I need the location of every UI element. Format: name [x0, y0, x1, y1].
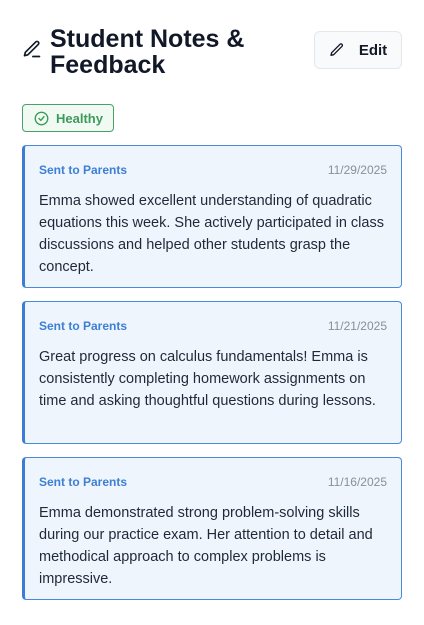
note-text: Emma demonstrated strong problem-solving… [39, 505, 373, 587]
pencil-icon [22, 39, 42, 59]
note-tag: Sent to Parents [39, 163, 128, 177]
note-card: Sent to Parents 11/16/2025 Emma demonstr… [22, 457, 402, 600]
note-date: 11/29/2025 [327, 163, 387, 177]
note-date: 11/21/2025 [327, 319, 387, 333]
notes-list: Sent to Parents 11/29/2025 Emma showed e… [22, 145, 402, 613]
edit-button[interactable]: Edit [314, 31, 402, 69]
note-header: Sent to Parents 11/16/2025 [39, 473, 387, 491]
pencil-icon [329, 42, 345, 58]
status-badge-label: Healthy [56, 110, 103, 126]
check-circle-icon [34, 111, 49, 126]
note-tag: Sent to Parents [39, 475, 128, 489]
note-header: Sent to Parents 11/21/2025 [39, 317, 387, 335]
status-badge: Healthy [22, 104, 114, 132]
note-tag: Sent to Parents [39, 319, 128, 333]
note-text: Emma showed excellent understanding of q… [39, 193, 384, 275]
student-notes-panel: Student Notes & Feedback Edit Healthy Se… [0, 0, 424, 625]
note-card: Sent to Parents 11/21/2025 Great progres… [22, 301, 402, 444]
note-header: Sent to Parents 11/29/2025 [39, 161, 387, 179]
page-title: Student Notes & Feedback [50, 25, 245, 79]
panel-header: Student Notes & Feedback Edit [22, 26, 402, 82]
note-text: Great progress on calculus fundamentals!… [39, 349, 376, 409]
note-date: 11/16/2025 [327, 475, 387, 489]
edit-button-label: Edit [358, 41, 388, 59]
note-card: Sent to Parents 11/29/2025 Emma showed e… [22, 145, 402, 288]
